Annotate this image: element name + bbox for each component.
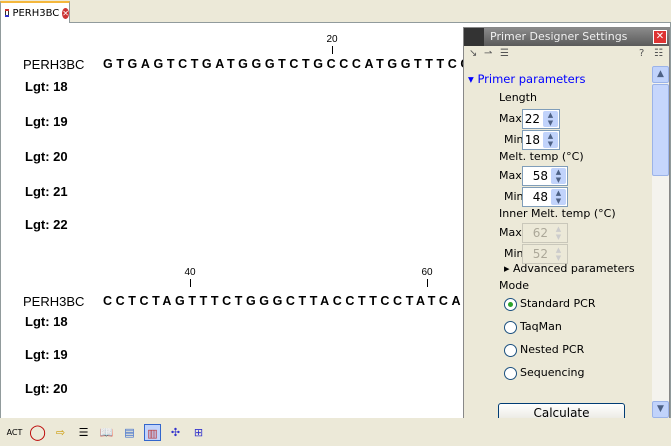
- value: 58: [532, 169, 548, 183]
- panel-title-bar[interactable]: Primer Designer Settings ✕: [464, 28, 669, 46]
- melt-max-label: Max: [499, 169, 522, 182]
- ruler-tick: [332, 46, 333, 54]
- tab-label: PERH3BC: [12, 7, 60, 19]
- melt-max-stepper[interactable]: 58 ▲ ▼: [522, 166, 568, 186]
- advanced-parameters-toggle[interactable]: ▸ Advanced parameters: [504, 262, 635, 275]
- radio-taqman[interactable]: [504, 321, 517, 334]
- radio-nested-pcr[interactable]: [504, 344, 517, 357]
- value: 48: [532, 190, 548, 204]
- melt-min-label: Min: [504, 190, 524, 203]
- panel-scrollbar[interactable]: ▲ ▼: [652, 66, 669, 418]
- spinner-arrows-icon[interactable]: ▲ ▼: [543, 132, 558, 148]
- ruler-tick: [190, 279, 191, 287]
- sequence-row: PERH3BC CCTCTAGTTTCTGGGCTTACCTTCCTATCAC: [1, 294, 464, 314]
- primer-length-row: Lgt: 18: [25, 79, 68, 94]
- inner-max-stepper: 62 ▲ ▼: [522, 223, 568, 243]
- calculate-button[interactable]: Calculate: [498, 403, 625, 418]
- tab-bar: PERH3BC ✕: [0, 0, 671, 23]
- primer-length-row: Lgt: 18: [25, 314, 68, 329]
- sequence-text[interactable]: CCTCTAGTTTCTGGGCTTACCTTCCTATCAC: [103, 294, 464, 308]
- text-view-icon[interactable]: ▤: [121, 424, 138, 441]
- value: 22: [524, 112, 540, 126]
- bottom-toolbar: ACT ◯ ⇨ ☰ 📖 ▤ ▥ ✣ ⊞: [0, 418, 671, 446]
- sequence-view-icon[interactable]: ▥: [144, 423, 161, 441]
- primer-length-row: Lgt: 22: [25, 217, 68, 232]
- spinner-arrows-icon: ▲ ▼: [551, 225, 566, 241]
- tool-icon[interactable]: ⇀: [484, 48, 492, 59]
- length-min-stepper[interactable]: 18 ▲ ▼: [522, 130, 560, 150]
- tool-icon[interactable]: ↘: [469, 48, 477, 59]
- panel-title: Primer Designer Settings: [490, 30, 628, 43]
- length-max-label: Max: [499, 112, 522, 125]
- mode-option-label[interactable]: Standard PCR: [520, 297, 596, 310]
- length-max-stepper[interactable]: 22 ▲ ▼: [522, 109, 560, 129]
- table-export-icon[interactable]: ⇨: [52, 424, 69, 441]
- scroll-up-icon[interactable]: ▲: [652, 66, 669, 83]
- length-min-label: Min: [504, 133, 524, 146]
- length-label: Length: [499, 91, 537, 104]
- section-label: Primer parameters: [477, 72, 586, 86]
- primer-length-row: Lgt: 20: [25, 149, 68, 164]
- menu-icon[interactable]: ☷: [654, 48, 663, 59]
- primer-length-row: Lgt: 21: [25, 184, 68, 199]
- scroll-thumb[interactable]: [652, 84, 669, 176]
- inner-min-label: Min: [504, 247, 524, 260]
- act-icon[interactable]: ACT: [6, 424, 23, 441]
- primer-table-icon[interactable]: ⊞: [190, 424, 207, 441]
- ruler-tick: [427, 279, 428, 287]
- spinner-arrows-icon[interactable]: ▲ ▼: [551, 168, 566, 184]
- sequence-name: PERH3BC: [23, 294, 85, 309]
- value: 62: [532, 226, 548, 240]
- panel-content: ▾ Primer parameters Length Max 22 ▲ ▼ Min …: [464, 66, 651, 418]
- primer-length-row: Lgt: 20: [25, 381, 68, 396]
- sequence-row: PERH3BC GTGAGTCTGATGGGTCTGCCCATGGTTTCCT: [1, 57, 464, 77]
- book-icon[interactable]: 📖: [98, 424, 115, 441]
- inner-melt-label: Inner Melt. temp (°C): [499, 207, 616, 220]
- ruler-label: 20: [326, 34, 338, 45]
- close-icon[interactable]: ✕: [653, 30, 667, 44]
- list-edit-icon[interactable]: ☰: [500, 48, 509, 59]
- melt-min-stepper[interactable]: 48 ▲ ▼: [522, 187, 568, 207]
- spinner-arrows-icon[interactable]: ▲ ▼: [543, 111, 558, 127]
- circular-view-icon[interactable]: ◯: [29, 423, 46, 441]
- panel-toolbar: ↘ ⇀ ☰ ? ☷: [464, 46, 669, 64]
- grip-icon: [464, 28, 484, 46]
- mode-label: Mode: [499, 279, 529, 292]
- sequence-name: PERH3BC: [23, 57, 85, 72]
- ruler-label: 40: [184, 267, 196, 278]
- primer-length-row: Lgt: 19: [25, 347, 68, 362]
- primer-icon[interactable]: ✣: [167, 424, 184, 441]
- help-icon[interactable]: ?: [639, 48, 644, 59]
- scroll-down-icon[interactable]: ▼: [652, 401, 669, 418]
- sequence-text[interactable]: GTGAGTCTGATGGGTCTGCCCATGGTTTCCT: [103, 57, 464, 71]
- tab-perh3bc[interactable]: PERH3BC ✕: [0, 1, 70, 23]
- value: 18: [524, 133, 540, 147]
- inner-max-label: Max: [499, 226, 522, 239]
- ruler-label: 60: [421, 267, 433, 278]
- melt-temp-label: Melt. temp (°C): [499, 150, 584, 163]
- spinner-arrows-icon[interactable]: ▲ ▼: [551, 189, 566, 205]
- expand-icon: ▸: [504, 262, 514, 275]
- advanced-label: Advanced parameters: [513, 262, 635, 275]
- primer-designer-settings-panel: Primer Designer Settings ✕ ↘ ⇀ ☰ ? ☷ ▾ P…: [463, 27, 670, 419]
- mode-option-label[interactable]: TaqMan: [520, 320, 562, 333]
- inner-min-stepper: 52 ▲ ▼: [522, 244, 568, 264]
- list-icon[interactable]: ☰: [75, 424, 92, 441]
- value: 52: [532, 247, 548, 261]
- mode-option-label[interactable]: Sequencing: [520, 366, 585, 379]
- mode-option-label[interactable]: Nested PCR: [520, 343, 584, 356]
- radio-sequencing[interactable]: [504, 367, 517, 380]
- sequence-icon: [5, 9, 10, 17]
- primer-parameters-section[interactable]: ▾ Primer parameters: [468, 72, 585, 86]
- primer-length-row: Lgt: 19: [25, 114, 68, 129]
- radio-standard-pcr[interactable]: [504, 298, 517, 311]
- close-icon[interactable]: ✕: [62, 7, 69, 19]
- spinner-arrows-icon: ▲ ▼: [551, 246, 566, 262]
